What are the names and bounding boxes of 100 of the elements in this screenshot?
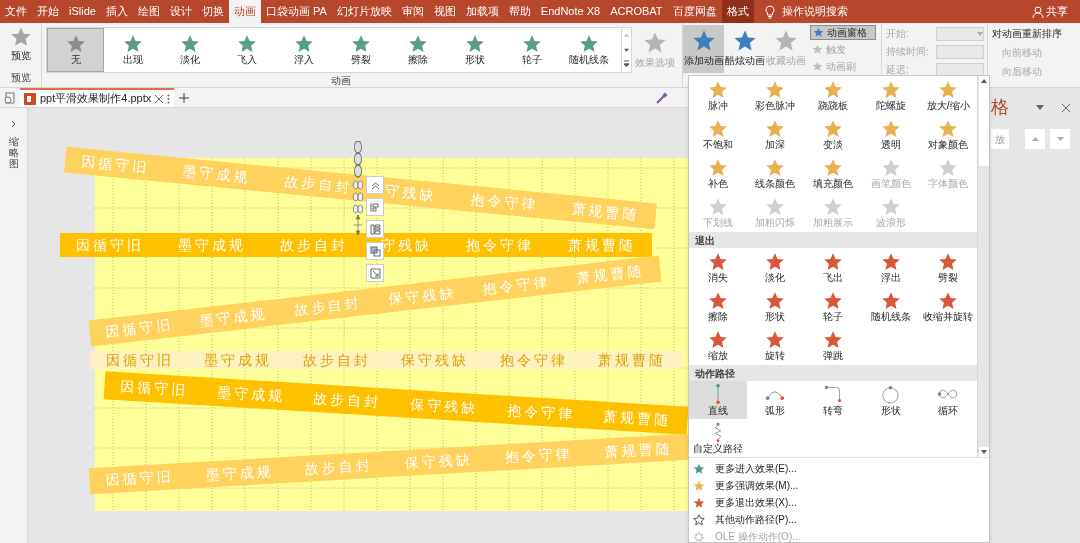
band-text: 墨守成规 bbox=[181, 161, 252, 187]
timing-label: 开始: bbox=[886, 27, 910, 41]
ribbon-tab[interactable]: 口袋动画 PA bbox=[260, 0, 332, 23]
ribbon-tab[interactable]: 插入 bbox=[100, 0, 133, 23]
effect-item[interactable]: 脉冲 bbox=[689, 76, 747, 115]
gallery-item[interactable]: 出现 bbox=[104, 28, 161, 72]
ribbon-tab[interactable]: EndNote X8 bbox=[535, 0, 606, 23]
ribbon-tab[interactable]: 百度网盘 bbox=[667, 0, 722, 23]
timing-label: 持续时间: bbox=[886, 45, 930, 59]
effect-item[interactable]: 飞出 bbox=[804, 248, 862, 287]
band-text: 抱令守律 bbox=[466, 235, 535, 255]
ribbon-tab[interactable]: 绘图 bbox=[132, 0, 165, 23]
effect-item[interactable]: 陀螺旋 bbox=[861, 76, 920, 115]
gallery-item[interactable]: 随机线条 bbox=[560, 28, 617, 72]
band-text: 故步自封 bbox=[313, 388, 383, 412]
pane-title: 格 bbox=[991, 96, 1009, 119]
path-item[interactable]: 弧形 bbox=[746, 381, 805, 419]
ribbon-tab[interactable]: 视图 bbox=[428, 0, 461, 23]
path-item[interactable]: 自定义路径 bbox=[689, 419, 747, 457]
document-tab[interactable]: ppt平滑效果制作4.pptx bbox=[20, 88, 175, 107]
band-text: 抱令守律 bbox=[504, 443, 574, 467]
band-text: 守残缺 bbox=[384, 181, 438, 205]
ribbon-tab[interactable]: 审阅 bbox=[396, 0, 429, 23]
gallery-item[interactable]: 飞入 bbox=[218, 28, 275, 72]
band-text: 保守残缺 bbox=[404, 449, 474, 473]
band-text: 萧规曹随 bbox=[568, 235, 636, 255]
gallery-item[interactable]: 擦除 bbox=[389, 28, 446, 72]
path-item[interactable]: 转弯 bbox=[804, 381, 862, 419]
effect-item[interactable]: 形状 bbox=[746, 287, 805, 326]
gallery-item[interactable]: 轮子 bbox=[503, 28, 560, 72]
band-text: 保守残缺 bbox=[401, 350, 470, 370]
menu-item[interactable]: 更多退出效果(X)... bbox=[689, 494, 989, 511]
band-text: 墨守成规 bbox=[204, 350, 273, 370]
section-header: 退出 bbox=[689, 232, 977, 248]
effect-item[interactable]: 浮出 bbox=[861, 248, 920, 287]
ribbon-tab[interactable]: 开始 bbox=[32, 0, 64, 23]
ribbon-tab[interactable]: iSlide bbox=[64, 0, 101, 23]
path-item[interactable]: 直线 bbox=[689, 381, 747, 419]
gallery-item[interactable]: 浮入 bbox=[275, 28, 332, 72]
band-text: 保守残缺 bbox=[409, 394, 479, 418]
preview-button[interactable]: 预览 bbox=[9, 23, 32, 63]
effect-item[interactable]: 填充颜色 bbox=[804, 154, 862, 193]
effect-item[interactable]: 补色 bbox=[689, 154, 747, 193]
ribbon-tab[interactable]: ACROBAT bbox=[605, 0, 668, 23]
band-text: 守残缺 bbox=[381, 235, 433, 255]
band-text: 故步自封 bbox=[302, 350, 371, 370]
reorder-title: 对动画重新排序 bbox=[992, 27, 1062, 41]
effect-item[interactable]: 旋转 bbox=[746, 326, 805, 365]
ribbon-tab[interactable]: 设计 bbox=[164, 0, 197, 23]
band-text: 墨守成规 bbox=[198, 303, 269, 331]
band-text: 萧规曹随 bbox=[597, 350, 666, 370]
effect-item[interactable]: 放大/缩小 bbox=[919, 76, 977, 115]
band-text: 因循守旧 bbox=[106, 350, 174, 370]
gallery-item[interactable]: 淡化 bbox=[161, 28, 218, 72]
effect-item[interactable]: 擦除 bbox=[689, 287, 747, 326]
path-item[interactable]: 循环 bbox=[919, 381, 977, 419]
effect-item[interactable]: 收缩并旋转 bbox=[919, 287, 977, 326]
band-text: 故步自封 bbox=[283, 171, 354, 197]
effect-item[interactable]: 弹跳 bbox=[804, 326, 862, 365]
effect-item[interactable]: 跷跷板 bbox=[804, 76, 862, 115]
ribbon-tab[interactable]: 帮助 bbox=[503, 0, 536, 23]
effect-item[interactable]: 透明 bbox=[861, 115, 920, 154]
effect-item[interactable]: 劈裂 bbox=[919, 248, 977, 287]
menu-item[interactable]: 更多强调效果(M)... bbox=[689, 477, 989, 494]
ribbon-tab[interactable]: 动画 bbox=[228, 0, 261, 23]
gallery-item[interactable]: 劈裂 bbox=[332, 28, 389, 72]
animation-button[interactable]: 酷炫动画 bbox=[724, 25, 765, 73]
band-text: 萧规曹随 bbox=[602, 406, 673, 430]
ribbon-tab[interactable]: 文件 bbox=[0, 0, 32, 23]
effect-item[interactable]: 对象颜色 bbox=[919, 115, 977, 154]
effect-item[interactable]: 加深 bbox=[746, 115, 805, 154]
animation-button[interactable]: 添加动画 bbox=[683, 25, 724, 73]
band-text: 因循守旧 bbox=[104, 314, 175, 342]
menu-item[interactable]: 其他动作路径(P)... bbox=[689, 511, 989, 528]
section-header: 动作路径 bbox=[689, 365, 977, 381]
effect-item[interactable]: 线条颜色 bbox=[746, 154, 805, 193]
gallery-item[interactable]: 形状 bbox=[446, 28, 503, 72]
ribbon-tab[interactable]: 格式 bbox=[721, 0, 754, 23]
path-item[interactable]: 形状 bbox=[861, 381, 920, 419]
effect-item[interactable]: 不饱和 bbox=[689, 115, 747, 154]
band-text: 墨守成规 bbox=[177, 235, 246, 255]
small-ribbon-button[interactable]: 动画窗格 bbox=[810, 25, 876, 40]
timing-label: 延迟: bbox=[886, 63, 910, 77]
band-text: 抱令守律 bbox=[481, 271, 552, 299]
ribbon-tab[interactable]: 加载项 bbox=[460, 0, 504, 23]
tell-me-search[interactable]: 操作说明搜索 bbox=[781, 3, 848, 20]
gallery-item[interactable]: 无 bbox=[47, 28, 104, 72]
effect-item[interactable]: 变淡 bbox=[804, 115, 862, 154]
band-text: 故步自封 bbox=[292, 293, 363, 320]
effect-item[interactable]: 彩色脉冲 bbox=[746, 76, 805, 115]
effect-item[interactable]: 轮子 bbox=[804, 287, 862, 326]
thumbnails-label[interactable]: 缩略图 bbox=[8, 136, 19, 169]
effect-item[interactable]: 消失 bbox=[689, 248, 747, 287]
ribbon-tab[interactable]: 切换 bbox=[196, 0, 229, 23]
share-button[interactable]: 共享 bbox=[1046, 3, 1068, 20]
menu-item[interactable]: 更多进入效果(E)... bbox=[689, 460, 989, 477]
ribbon-tab[interactable]: 幻灯片放映 bbox=[331, 0, 397, 23]
effect-item[interactable]: 缩放 bbox=[689, 326, 747, 365]
effect-item[interactable]: 淡化 bbox=[746, 248, 805, 287]
effect-item[interactable]: 随机线条 bbox=[861, 287, 920, 326]
